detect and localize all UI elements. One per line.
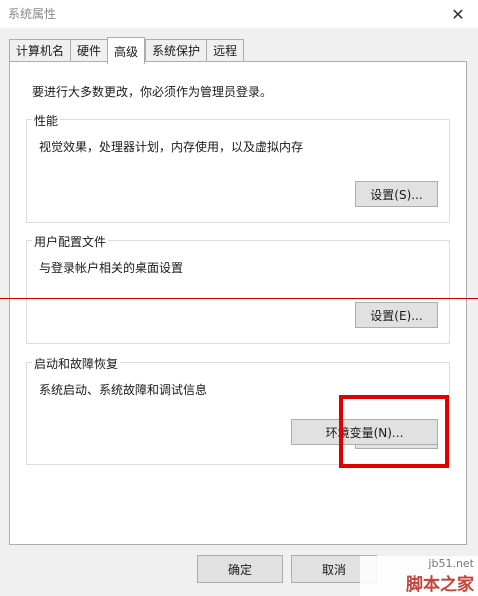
user-profiles-legend: 用户配置文件: [32, 233, 109, 250]
performance-legend: 性能: [32, 112, 61, 129]
window-title: 系统属性: [8, 7, 57, 21]
watermark-name: 脚本之家: [406, 575, 474, 595]
annotation-highlight-box: [339, 395, 449, 468]
tab-advanced[interactable]: 高级: [107, 37, 146, 64]
startup-recovery-description: 系统启动、系统故障和调试信息: [39, 383, 208, 397]
user-profiles-settings-button[interactable]: 设置(E)...: [355, 302, 438, 328]
title-bar: 系统属性 ✕: [0, 0, 478, 28]
performance-group: 性能 视觉效果，处理器计划，内存使用，以及虚拟内存 设置(S)...: [26, 112, 450, 223]
user-profiles-description: 与登录帐户相关的桌面设置: [39, 261, 184, 275]
watermark: jb51.net 脚本之家: [360, 556, 478, 596]
ok-button[interactable]: 确定: [197, 555, 283, 583]
tab-hardware[interactable]: 硬件: [70, 39, 108, 61]
user-profiles-group: 用户配置文件 与登录帐户相关的桌面设置 设置(E)...: [26, 233, 450, 344]
watermark-url: jb51.net: [428, 557, 474, 570]
annotation-line: [0, 298, 478, 299]
tab-system-protection[interactable]: 系统保护: [145, 39, 207, 61]
performance-description: 视觉效果，处理器计划，内存使用，以及虚拟内存: [39, 140, 304, 154]
tab-remote[interactable]: 远程: [206, 39, 245, 61]
advanced-panel: 要进行大多数更改，你必须作为管理员登录。 性能 视觉效果，处理器计划，内存使用，…: [9, 61, 467, 545]
performance-settings-button[interactable]: 设置(S)...: [355, 181, 438, 207]
close-icon[interactable]: ✕: [438, 0, 478, 28]
tab-computer-name[interactable]: 计算机名: [9, 39, 71, 61]
startup-recovery-legend: 启动和故障恢复: [32, 355, 121, 372]
tab-strip: 计算机名 硬件 高级 系统保护 远程: [9, 37, 245, 64]
admin-notice: 要进行大多数更改，你必须作为管理员登录。: [32, 85, 273, 99]
